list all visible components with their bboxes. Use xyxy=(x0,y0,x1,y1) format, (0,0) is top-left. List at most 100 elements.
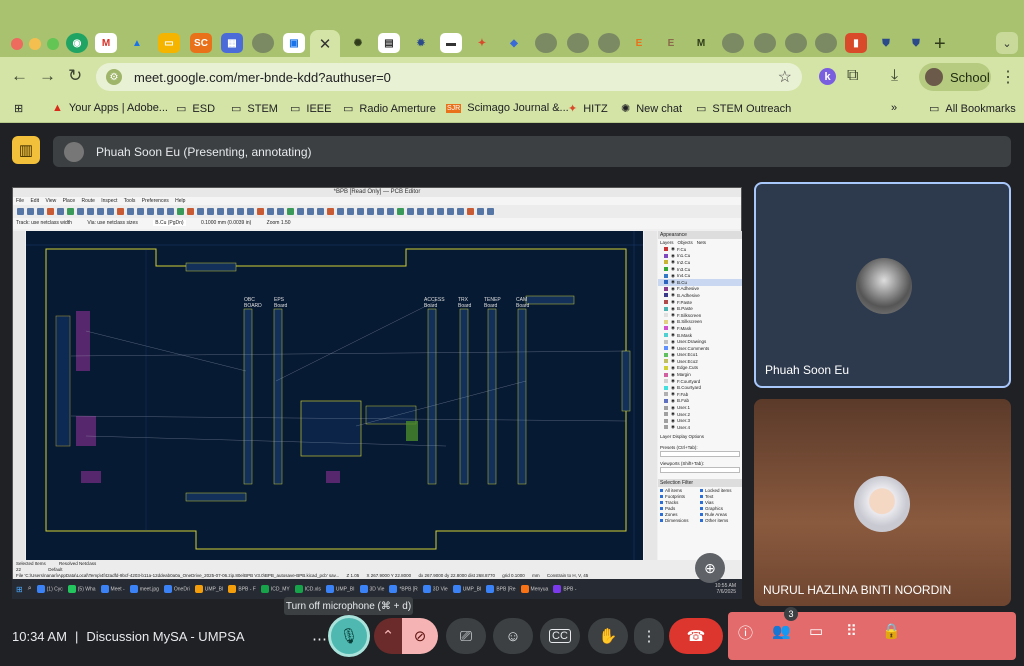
start-icon[interactable]: ⊞ xyxy=(16,585,23,594)
kicad-toolbar-tool-icon[interactable] xyxy=(287,208,294,215)
zoom-select[interactable]: Zoom 1.50 xyxy=(267,220,291,226)
taskbar-item[interactable]: BPB [Re xyxy=(486,585,516,593)
k-extension-icon[interactable]: k xyxy=(819,68,836,85)
layer-row[interactable]: ◉ B.Fab xyxy=(658,398,742,405)
kicad-toolbar-tool-icon[interactable] xyxy=(57,208,64,215)
kicad-menu-help[interactable]: Help xyxy=(175,198,185,204)
camera-options-chevron-icon[interactable]: ⌃ xyxy=(374,618,402,654)
kicad-toolbar-tool-icon[interactable] xyxy=(447,208,454,215)
kicad-toolbar-tool-icon[interactable] xyxy=(457,208,464,215)
taskbar-item[interactable]: BPB - F xyxy=(228,585,256,593)
layer-color-swatch[interactable] xyxy=(664,306,668,311)
kicad-toolbar-tool-icon[interactable] xyxy=(117,208,124,215)
bookmark-hitz[interactable]: ✦ HITZ xyxy=(568,102,608,116)
diamond-tab-icon[interactable]: ◆ xyxy=(503,33,525,53)
layer-row[interactable]: ◉ F.Adhesive xyxy=(658,286,742,293)
extensions-icon[interactable]: ⧉ xyxy=(847,67,858,85)
search-icon[interactable]: ⌕ xyxy=(28,585,32,593)
layer-visibility-eye-icon[interactable]: ◉ xyxy=(671,332,675,338)
layer-color-swatch[interactable] xyxy=(664,273,668,278)
taskbar-item[interactable]: (1) Cyc xyxy=(36,585,63,593)
viewports-select[interactable] xyxy=(660,466,740,473)
selection-filter-checkbox[interactable]: Locked items xyxy=(700,488,740,493)
kicad-menu-place[interactable]: Place xyxy=(63,198,76,204)
taskbar-item[interactable]: 3D Vie xyxy=(422,585,448,593)
layer-visibility-eye-icon[interactable]: ◉ xyxy=(671,405,675,411)
kicad-menu-inspect[interactable]: Inspect xyxy=(101,198,117,204)
chat-icon[interactable]: ▭ xyxy=(809,622,823,640)
kicad-toolbar-tool-icon[interactable] xyxy=(377,208,384,215)
minimize-window-button[interactable] xyxy=(29,38,41,50)
kicad-toolbar-tool-icon[interactable] xyxy=(77,208,84,215)
layer-color-swatch[interactable] xyxy=(664,333,668,338)
url-text[interactable]: meet.google.com/mer-bnde-kdd?authuser=0 xyxy=(134,70,391,85)
tab-search-chevron-icon[interactable]: ⌄ xyxy=(996,32,1018,54)
hitz-tab-icon[interactable]: ✦ xyxy=(471,33,493,53)
layer-color-swatch[interactable] xyxy=(664,280,668,285)
layer-row[interactable]: ◉ User.Drawings xyxy=(658,338,742,345)
host-controls-lock-icon[interactable]: 🔒 xyxy=(882,622,901,640)
kicad-toolbar-tool-icon[interactable] xyxy=(477,208,484,215)
selection-filter-checkbox[interactable]: All items xyxy=(660,488,700,493)
generic-tab-icon-2[interactable] xyxy=(535,33,557,53)
taskbar-item[interactable]: Menyua xyxy=(520,585,548,593)
document-tab-icon[interactable]: ▬ xyxy=(440,33,462,53)
image-tab-icon[interactable]: ▤ xyxy=(378,33,400,53)
active-tab-close-icon[interactable]: ✕ xyxy=(310,30,340,57)
layer-visibility-eye-icon[interactable]: ◉ xyxy=(671,398,675,404)
layer-select[interactable]: B.Cu (PgDn) xyxy=(153,220,186,226)
more-audio-options-icon[interactable]: ⋯ xyxy=(312,630,327,648)
layer-row[interactable]: ◉ User.Eco2 xyxy=(658,358,742,365)
taskbar-item[interactable]: Meet - xyxy=(100,585,125,593)
layer-color-swatch[interactable] xyxy=(664,286,668,291)
layer-row[interactable]: ◉ Margin xyxy=(658,371,742,378)
kicad-toolbar-tool-icon[interactable] xyxy=(397,208,404,215)
kicad-toolbar-tool-icon[interactable] xyxy=(367,208,374,215)
layer-visibility-eye-icon[interactable]: ◉ xyxy=(671,292,675,298)
selection-filter-checkbox[interactable]: Vias xyxy=(700,500,740,505)
raise-hand-button[interactable]: ✋ xyxy=(588,618,628,654)
layer-row[interactable]: ◉ B.Mask xyxy=(658,332,742,339)
generic-tab-icon-6[interactable] xyxy=(754,33,776,53)
layer-visibility-eye-icon[interactable]: ◉ xyxy=(671,385,675,391)
layer-visibility-eye-icon[interactable]: ◉ xyxy=(671,259,675,265)
layer-visibility-eye-icon[interactable]: ◉ xyxy=(671,299,675,305)
selection-filter-checkbox[interactable]: Footprints xyxy=(660,494,700,499)
panel-tab-nets[interactable]: Nets xyxy=(697,240,706,245)
close-window-button[interactable] xyxy=(11,38,23,50)
shield-tab-icon-2[interactable]: ⛊ xyxy=(905,33,927,53)
address-bar[interactable]: ⚙ meet.google.com/mer-bnde-kdd?authuser=… xyxy=(96,63,802,91)
layer-row[interactable]: ◉ User.Eco1 xyxy=(658,352,742,359)
leave-call-button[interactable]: ☎ xyxy=(669,618,723,654)
layer-visibility-eye-icon[interactable]: ◉ xyxy=(671,352,675,358)
layer-visibility-eye-icon[interactable]: ◉ xyxy=(671,273,675,279)
layer-color-swatch[interactable] xyxy=(664,346,668,351)
layer-color-swatch[interactable] xyxy=(664,385,668,390)
track-width-select[interactable]: Track: use netclass width xyxy=(16,220,72,226)
layer-visibility-eye-icon[interactable]: ◉ xyxy=(671,319,675,325)
selection-filter-checkbox[interactable]: Other items xyxy=(700,518,740,523)
kicad-toolbar-tool-icon[interactable] xyxy=(177,208,184,215)
participant-tile-presenter[interactable]: Phuah Soon Eu xyxy=(754,182,1011,388)
layer-row[interactable]: ◉ F.Cu xyxy=(658,246,742,253)
taskbar-item[interactable]: UMP_BI xyxy=(194,585,223,593)
generic-tab-icon-3[interactable] xyxy=(567,33,589,53)
layer-row[interactable]: ◉ User.Comments xyxy=(658,345,742,352)
layer-color-swatch[interactable] xyxy=(664,319,668,324)
layer-row[interactable]: ◉ F.Paste xyxy=(658,299,742,306)
kicad-toolbar-tool-icon[interactable] xyxy=(297,208,304,215)
reactions-button[interactable]: ☺ xyxy=(493,618,533,654)
browser-menu-icon[interactable]: ⋮ xyxy=(1000,67,1016,87)
bookmark-scimago[interactable]: SJR Scimago Journal &... xyxy=(446,102,569,114)
e-tab-icon-2[interactable]: E xyxy=(660,33,682,53)
taskbar-item[interactable]: BPB - xyxy=(553,585,576,593)
layer-visibility-eye-icon[interactable]: ◉ xyxy=(671,286,675,292)
panel-tab-layers[interactable]: Layers xyxy=(660,240,674,245)
generic-tab-icon-4[interactable] xyxy=(598,33,620,53)
kicad-toolbar-tool-icon[interactable] xyxy=(357,208,364,215)
profile-button[interactable]: School xyxy=(919,63,991,91)
kicad-toolbar-tool-icon[interactable] xyxy=(147,208,154,215)
forward-arrow-icon[interactable]: → xyxy=(39,66,56,86)
layer-color-swatch[interactable] xyxy=(664,293,668,298)
layer-visibility-eye-icon[interactable]: ◉ xyxy=(671,411,675,417)
